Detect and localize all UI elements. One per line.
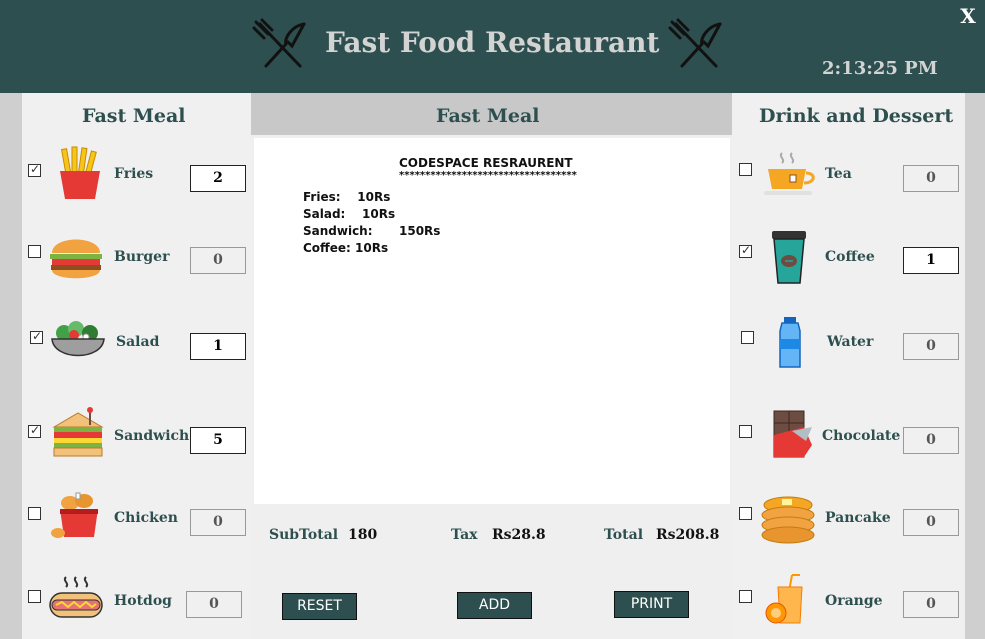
clock-display: 2:13:25 PM (822, 58, 938, 79)
receipt-panel: Fast Meal CODESPACE RESRAURENT *********… (251, 93, 732, 639)
receipt-textarea[interactable]: CODESPACE RESRAURENT *******************… (254, 138, 730, 504)
coffee-checkbox[interactable] (739, 243, 752, 258)
receipt-line: Sandwich: (303, 224, 373, 238)
burger-icon (50, 239, 102, 279)
total-label: Total (604, 527, 644, 543)
chicken-qty-input[interactable]: 0 (190, 509, 246, 536)
salad-icon (51, 321, 105, 357)
right-panel-title: Drink and Dessert (759, 105, 954, 127)
fast-meal-panel: Fast Meal Fries 2 Burger 0 Salad 1 (22, 93, 251, 639)
subtotal-label: SubTotal (269, 527, 339, 543)
sandwich-label: Sandwich (114, 428, 190, 444)
fries-label: Fries (114, 166, 154, 182)
hotdog-qty-input[interactable]: 0 (186, 591, 242, 618)
tax-label: Tax (451, 527, 478, 543)
total-value: Rs208.8 (656, 527, 720, 543)
sandwich-qty-input[interactable]: 5 (190, 427, 246, 454)
salad-qty-input[interactable]: 1 (190, 333, 246, 360)
hotdog-label: Hotdog (114, 593, 172, 609)
receipt-line: Fries: 10Rs (303, 190, 391, 204)
chicken-icon (51, 492, 98, 538)
orange-label: Orange (825, 593, 883, 609)
sandwich-checkbox[interactable] (28, 423, 41, 438)
chocolate-qty-input[interactable]: 0 (903, 427, 959, 454)
tea-qty-input[interactable]: 0 (903, 165, 959, 192)
sandwich-icon (52, 407, 104, 457)
close-button[interactable]: X (957, 4, 979, 30)
burger-checkbox[interactable] (28, 245, 41, 258)
burger-qty-input[interactable]: 0 (190, 247, 246, 274)
coffee-label: Coffee (825, 249, 875, 265)
left-panel-title: Fast Meal (82, 105, 186, 127)
fork-knife-icon (252, 18, 306, 68)
fork-knife-icon (668, 18, 722, 68)
water-checkbox[interactable] (741, 331, 754, 344)
pancake-label: Pancake (825, 510, 891, 526)
fries-icon (60, 146, 100, 199)
pancake-icon (761, 496, 815, 544)
print-button[interactable]: PRINT (614, 591, 689, 618)
drink-dessert-panel: Drink and Dessert Tea 0 Coffee 1 Water 0 (732, 93, 965, 639)
reset-button[interactable]: RESET (282, 593, 357, 620)
orange-checkbox[interactable] (739, 590, 752, 603)
orange-qty-input[interactable]: 0 (903, 591, 959, 618)
hotdog-icon (49, 576, 103, 618)
burger-label: Burger (114, 249, 170, 265)
salad-label: Salad (116, 334, 160, 350)
water-label: Water (827, 334, 874, 350)
app-title: Fast Food Restaurant (325, 26, 660, 59)
water-bottle-icon (779, 317, 801, 368)
add-button[interactable]: ADD (457, 592, 532, 619)
fries-qty-input[interactable]: 2 (190, 165, 246, 192)
coffee-icon (772, 231, 806, 284)
orange-juice-icon (765, 574, 803, 624)
chocolate-label: Chocolate (822, 428, 901, 444)
center-panel-title: Fast Meal (436, 105, 540, 127)
tea-label: Tea (825, 166, 852, 182)
receipt-separator: ********************************** (399, 170, 577, 181)
tax-value: Rs28.8 (492, 527, 546, 543)
fries-checkbox[interactable] (28, 162, 41, 177)
pancake-checkbox[interactable] (739, 507, 752, 520)
tea-checkbox[interactable] (739, 163, 752, 176)
tea-icon (764, 152, 815, 195)
receipt-line: Salad: 10Rs (303, 207, 396, 221)
title-bar: Fast Food Restaurant 2:13:25 PM X (0, 0, 985, 93)
chicken-label: Chicken (114, 510, 178, 526)
coffee-qty-input[interactable]: 1 (903, 247, 959, 274)
salad-checkbox[interactable] (30, 329, 43, 344)
pancake-qty-input[interactable]: 0 (903, 509, 959, 536)
receipt-sandwich-price: 150Rs (399, 224, 441, 238)
hotdog-checkbox[interactable] (28, 590, 41, 603)
subtotal-value: 180 (348, 527, 378, 543)
chocolate-icon (773, 410, 812, 458)
water-qty-input[interactable]: 0 (903, 333, 959, 360)
chicken-checkbox[interactable] (28, 507, 41, 520)
chocolate-checkbox[interactable] (739, 425, 752, 438)
receipt-line: Coffee: 10Rs (303, 241, 389, 255)
